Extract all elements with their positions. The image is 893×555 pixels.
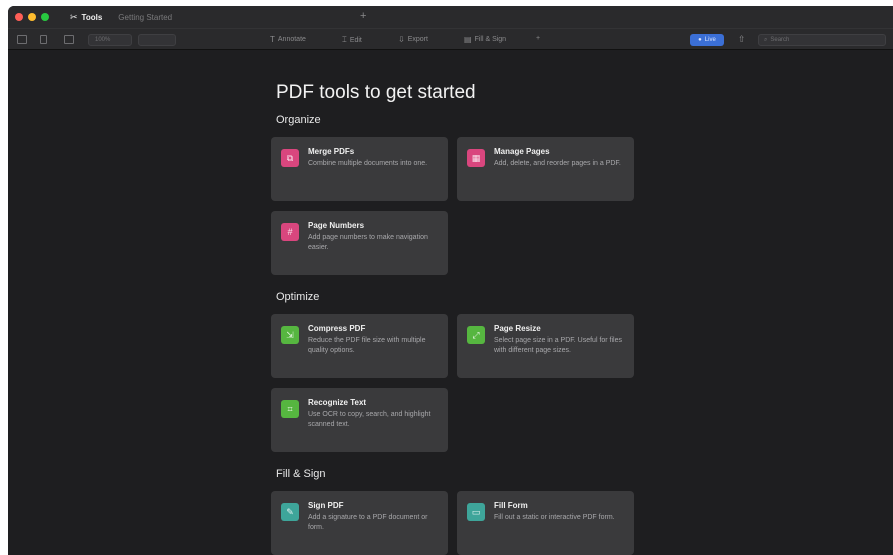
page-number-icon: # — [281, 223, 299, 241]
manage-pages-card[interactable]: ▦ Manage Pages Add, delete, and reorder … — [457, 137, 634, 201]
signature-icon: ✎ — [281, 503, 299, 521]
card-description: Reduce the PDF file size with multiple q… — [308, 337, 426, 354]
card-title: Merge PDFs — [308, 147, 355, 156]
search-icon: ⌕ — [764, 36, 768, 43]
section-fill-sign: Fill & Sign — [276, 468, 326, 480]
tools-icon: ✂ — [70, 11, 78, 22]
search-input[interactable]: ⌕ Search — [758, 34, 886, 46]
compress-icon: ⇲ — [281, 326, 299, 344]
edit-icon: ⌶ — [342, 35, 347, 44]
card-description: Select page size in a PDF. Useful for fi… — [494, 337, 623, 354]
share-icon[interactable]: ⇧ — [738, 34, 746, 45]
close-window-button[interactable] — [15, 13, 23, 21]
pages-icon: ▦ — [467, 149, 485, 167]
live-icon: ● — [698, 37, 702, 43]
card-title: Fill Form — [494, 501, 528, 510]
title-bar: ✂ Tools Getting Started + — [8, 6, 893, 28]
tab-tools[interactable]: ✂ Tools — [62, 6, 110, 28]
page-numbers-card[interactable]: # Page Numbers Add page numbers to make … — [271, 211, 448, 275]
fill-form-card[interactable]: ▭ Fill Form Fill out a static or interac… — [457, 491, 634, 555]
export-icon: ⇩ — [398, 35, 405, 44]
compress-pdf-card[interactable]: ⇲ Compress PDF Reduce the PDF file size … — [271, 314, 448, 378]
new-tab-button[interactable]: + — [360, 10, 366, 22]
page-navigation[interactable] — [138, 34, 176, 46]
edit-label: Edit — [349, 36, 362, 44]
card-title: Recognize Text — [308, 398, 367, 407]
zoom-field[interactable]: 100% — [88, 34, 132, 46]
edit-button[interactable]: ⌶ Edit — [342, 35, 362, 45]
page-title: PDF tools to get started — [276, 82, 476, 103]
export-label: Export — [407, 36, 428, 43]
fill-sign-label: Fill & Sign — [474, 36, 507, 43]
card-title: Manage Pages — [494, 147, 550, 156]
ocr-icon: ⌗ — [281, 400, 299, 418]
zoom-window-button[interactable] — [41, 13, 49, 21]
annotate-label: Annotate — [277, 36, 306, 43]
fill-sign-button[interactable]: ▤ Fill & Sign — [464, 35, 506, 44]
card-description: Fill out a static or interactive PDF for… — [494, 514, 615, 521]
sign-pdf-card[interactable]: ✎ Sign PDF Add a signature to a PDF docu… — [271, 491, 448, 555]
annotate-button[interactable]: T Annotate — [270, 35, 306, 44]
card-description: Combine multiple documents into one. — [308, 160, 428, 167]
view-icon[interactable] — [40, 35, 47, 44]
merge-pdfs-card[interactable]: ⧉ Merge PDFs Combine multiple documents … — [271, 137, 448, 201]
section-optimize: Optimize — [276, 291, 320, 303]
section-organize: Organize — [276, 114, 321, 126]
main-content: PDF tools to get started Organize ⧉ Merg… — [8, 50, 893, 555]
card-description: Use OCR to copy, search, and highlight s… — [308, 411, 431, 428]
live-label: Live — [704, 37, 716, 43]
resize-icon: ⤢ — [467, 326, 485, 344]
display-mode-icon[interactable] — [64, 35, 74, 44]
card-title: Page Resize — [494, 324, 541, 333]
page-resize-card[interactable]: ⤢ Page Resize Select page size in a PDF.… — [457, 314, 634, 378]
recognize-text-card[interactable]: ⌗ Recognize Text Use OCR to copy, search… — [271, 388, 448, 452]
form-icon: ▭ — [467, 503, 485, 521]
card-title: Sign PDF — [308, 501, 344, 510]
sidebar-toggle-icon[interactable] — [17, 35, 27, 44]
card-title: Page Numbers — [308, 221, 365, 230]
toolbar: 100% T Annotate ⌶ Edit ⇩ Export ▤ Fill &… — [8, 28, 893, 50]
fill-sign-icon: ▤ — [464, 35, 472, 44]
minimize-window-button[interactable] — [28, 13, 36, 21]
tab-getting-started-label: Getting Started — [118, 12, 173, 22]
card-title: Compress PDF — [308, 324, 366, 333]
card-description: Add a signature to a PDF document or for… — [308, 514, 428, 531]
card-description: Add, delete, and reorder pages in a PDF. — [494, 160, 621, 167]
window-controls — [8, 13, 62, 21]
more-tools-button[interactable]: + — [536, 35, 540, 42]
merge-icon: ⧉ — [281, 149, 299, 167]
live-button[interactable]: ● Live — [690, 34, 724, 46]
tab-getting-started[interactable]: Getting Started — [110, 6, 180, 28]
card-description: Add page numbers to make navigation easi… — [308, 234, 428, 251]
tab-tools-label: Tools — [81, 12, 103, 22]
annotate-icon: T — [270, 35, 275, 44]
app-window: ✂ Tools Getting Started + 100% T Annotat… — [8, 6, 893, 555]
export-button[interactable]: ⇩ Export — [398, 35, 428, 44]
search-placeholder: Search — [770, 37, 790, 43]
